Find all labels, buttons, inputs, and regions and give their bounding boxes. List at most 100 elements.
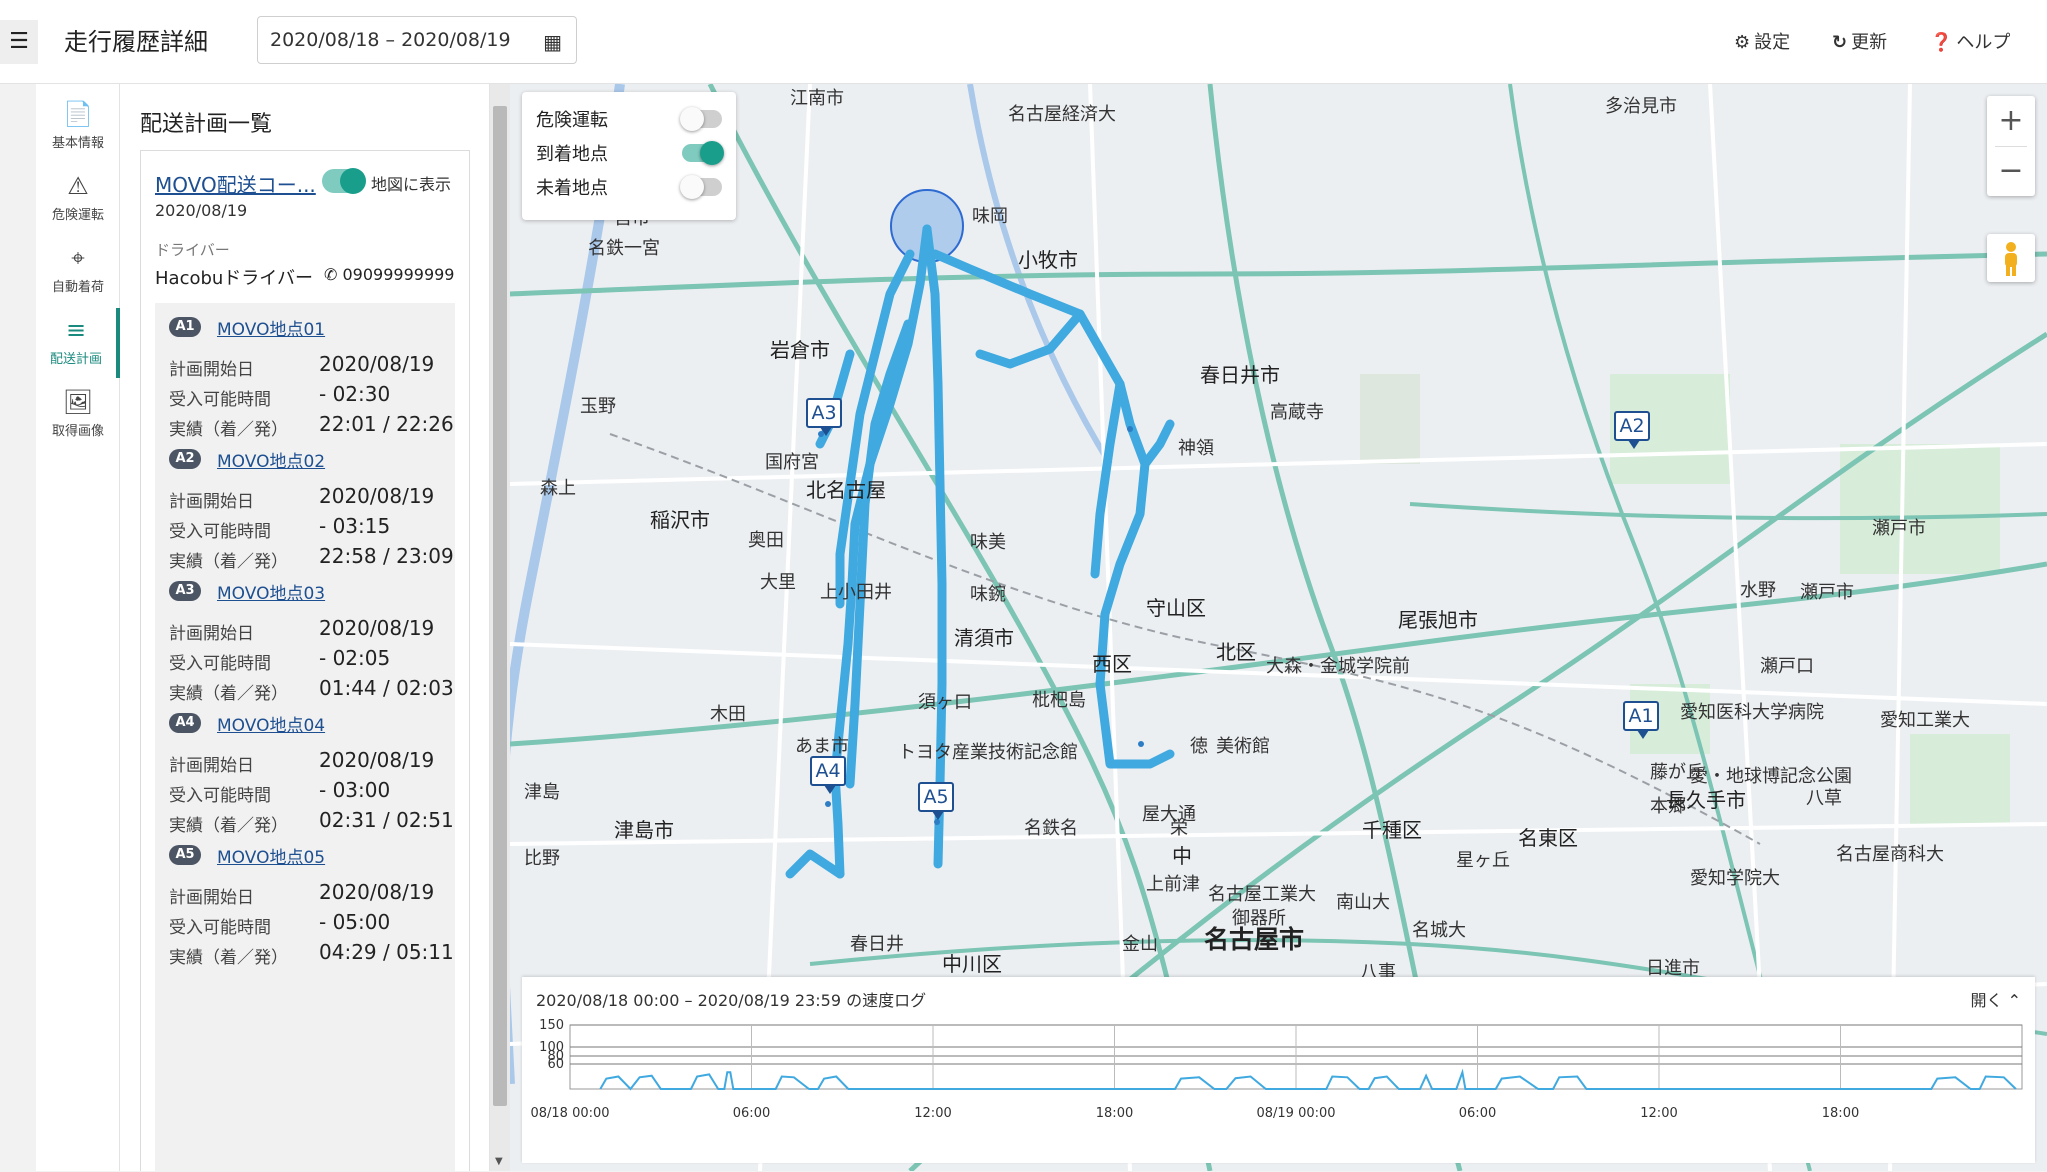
help-button[interactable]: ❓ ヘルプ (1930, 28, 2010, 54)
refresh-button[interactable]: ↻ 更新 (1832, 28, 1887, 54)
stop-name-link[interactable]: MOVO地点03 (217, 579, 325, 604)
image-icon: 🖼 (62, 388, 94, 416)
window-label: 受入可能時間 (169, 654, 271, 674)
stop-marker-a5[interactable]: A5 (918, 782, 954, 820)
start-date-value: 2020/08/19 (319, 880, 435, 904)
place-label: 須ヶ口 (918, 692, 972, 713)
place-label: 比野 (524, 848, 560, 869)
start-date-label: 計画開始日 (169, 756, 254, 776)
place-label: 名古屋経済大 (1008, 104, 1116, 125)
place-label: 味鋺 (970, 584, 1006, 605)
speed-series-line (599, 1068, 2017, 1091)
panel-title: 配送計画一覧 (140, 112, 273, 137)
date-range-value: 2020/08/18 – 2020/08/19 (270, 29, 511, 51)
zoom-out-button[interactable]: − (1987, 146, 2035, 196)
help-icon: ❓ (1930, 32, 1953, 53)
place-label: 岩倉市 (770, 338, 830, 362)
park-area (1840, 444, 2000, 574)
settings-button[interactable]: ⚙ 設定 (1734, 28, 1790, 54)
show-on-map-label: 地図に表示 (371, 175, 452, 194)
driver-phone[interactable]: ✆ 09099999999 (324, 265, 454, 284)
stop-name-link[interactable]: MOVO地点04 (217, 711, 325, 736)
scroll-down-icon[interactable]: ▼ (495, 1156, 503, 1167)
zoom-in-button[interactable]: + (1987, 96, 2035, 146)
place-label: 尾張旭市 (1398, 608, 1478, 632)
place-label: 水野 (1740, 580, 1776, 601)
speed-log-panel: 2020/08/18 00:00 – 2020/08/19 23:59 の速度ロ… (522, 977, 2035, 1163)
stop-marker-a4[interactable]: A4 (810, 756, 846, 794)
place-label: 千種区 (1362, 818, 1422, 842)
help-label: ヘルプ (1956, 32, 2011, 53)
place-label: 栄 (1170, 818, 1188, 839)
x-tick-label: 12:00 (1640, 1106, 1677, 1121)
place-label: 名古屋工業大 (1208, 884, 1316, 905)
park-area (1360, 374, 1420, 464)
x-tick-label: 08/19 00:00 (1256, 1106, 1335, 1121)
nav-captured-images[interactable]: 🖼 取得画像 (36, 380, 120, 450)
dangerous-driving-toggle[interactable] (680, 107, 722, 131)
driver-label: ドライバー (155, 241, 230, 259)
start-date-label: 計画開始日 (169, 492, 254, 512)
not-arrived-toggle[interactable] (680, 175, 722, 199)
zoom-control: + − (1987, 96, 2035, 196)
window-value: - 02:05 (319, 646, 391, 670)
menu-icon[interactable]: ☰ (0, 20, 38, 64)
show-on-map-toggle[interactable] (322, 168, 366, 194)
document-icon: 📄 (63, 100, 93, 128)
stop-name-link[interactable]: MOVO地点05 (217, 843, 325, 868)
speed-chart: 150100806008/18 00:00 06:00 12:00 18:00 08/1… (530, 1018, 2023, 1121)
actual-value: 22:58 / 23:09 (319, 544, 454, 568)
scrollbar-thumb[interactable] (493, 106, 507, 1106)
stop-badge: A3 (169, 581, 201, 601)
panel-scrollbar[interactable]: ▼ (490, 84, 510, 1171)
place-label: 名古屋商科大 (1836, 844, 1944, 865)
start-date-value: 2020/08/19 (319, 616, 435, 640)
place-label: 愛知学院大 (1690, 868, 1780, 889)
actual-value: 01:44 / 02:03 (319, 676, 454, 700)
nav-auto-arrival[interactable]: ⌖ 自動着荷 (36, 236, 120, 306)
place-label: 守山区 (1146, 596, 1206, 620)
x-tick-label: 06:00 (1459, 1106, 1496, 1121)
page-title: 走行履歴詳細 (64, 28, 208, 56)
driver-name: Hacobuドライバー (155, 268, 313, 289)
actual-value: 04:29 / 05:11 (319, 940, 454, 964)
date-range-picker[interactable]: 2020/08/18 – 2020/08/19 ▦ (257, 16, 577, 64)
phone-icon: ✆ (324, 265, 343, 284)
window-label: 受入可能時間 (169, 918, 271, 938)
stop-name-link[interactable]: MOVO地点02 (217, 447, 325, 472)
place-label: 江南市 (790, 88, 844, 109)
arrived-toggle[interactable] (682, 141, 724, 165)
stop-item: A5 MOVO地点05 計画開始日 2020/08/19 受入可能時間 - 05… (155, 831, 455, 1003)
stop-marker-a2[interactable]: A2 (1614, 411, 1650, 449)
place-label: 玉野 (580, 396, 616, 417)
nav-delivery-plan[interactable]: ≡ 配送計画 (36, 308, 120, 378)
stop-marker-a3[interactable]: A3 (806, 398, 842, 436)
place-label: 名城大 (1412, 920, 1466, 941)
map-view[interactable]: 江南市 名古屋経済大 多治見市 一宮市 名鉄一宮 味岡 小牧市 岩倉市 春日井市… (510, 84, 2047, 1171)
place-label: あま市 (795, 736, 849, 757)
street-view-pegman-icon[interactable] (1987, 234, 2035, 282)
calendar-icon[interactable]: ▦ (543, 30, 562, 54)
stop-name-link[interactable]: MOVO地点01 (217, 315, 325, 340)
window-label: 受入可能時間 (169, 786, 271, 806)
start-date-value: 2020/08/19 (319, 352, 435, 376)
course-name-link[interactable]: MOVO配送コー... (155, 169, 316, 198)
window-value: - 03:15 (319, 514, 391, 538)
place-label: 八草 (1806, 788, 1842, 809)
top-bar: ☰ 走行履歴詳細 2020/08/18 – 2020/08/19 ▦ ⚙ 設定 ↻… (0, 0, 2047, 84)
nav-dangerous-driving[interactable]: ⚠ 危険運転 (36, 164, 120, 234)
list-icon: ≡ (65, 316, 87, 344)
stop-marker-a1[interactable]: A1 (1623, 701, 1659, 739)
stop-badge: A4 (169, 713, 201, 733)
place-label: 美術館 (1216, 736, 1270, 757)
stop-badge: A5 (169, 845, 201, 865)
place-label: 愛知工業大 (1880, 710, 1970, 731)
layer-label-arrived: 到着地点 (536, 144, 608, 165)
refresh-label: 更新 (1851, 32, 1888, 53)
layer-toggle-panel: 危険運転 到着地点 未着地点 (522, 92, 736, 220)
nav-label: 取得画像 (51, 424, 104, 439)
nav-basic-info[interactable]: 📄 基本情報 (36, 92, 120, 162)
place-label: 北区 (1216, 640, 1256, 664)
place-label: 金山 (1122, 934, 1158, 955)
window-value: - 05:00 (319, 910, 391, 934)
